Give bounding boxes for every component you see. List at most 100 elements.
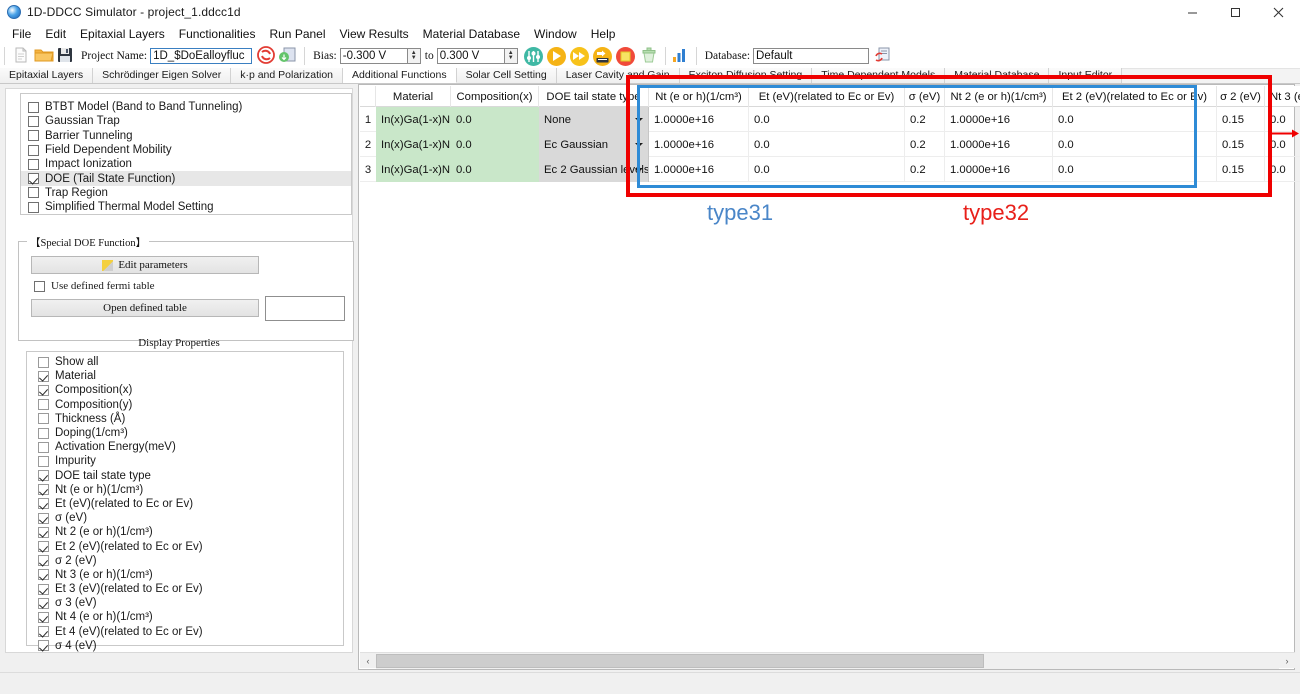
stop-icon[interactable] <box>615 46 635 66</box>
model-option-checkbox[interactable] <box>28 101 39 113</box>
menu-item-window[interactable]: Window <box>527 26 584 42</box>
display-property-checkbox[interactable] <box>38 626 49 638</box>
display-property-checkbox[interactable] <box>38 413 49 425</box>
menu-item-view-results[interactable]: View Results <box>333 26 416 42</box>
model-option-row[interactable]: Trap Region <box>21 186 351 200</box>
display-property-row[interactable]: Et (eV)(related to Ec or Ev) <box>27 497 343 511</box>
display-property-row[interactable]: Nt 4 (e or h)(1/cm³) <box>27 610 343 624</box>
display-property-checkbox[interactable] <box>38 611 49 623</box>
tab-additional-functions[interactable]: Additional Functions <box>343 68 457 83</box>
display-property-checkbox[interactable] <box>38 569 49 581</box>
model-option-row[interactable]: Barrier Tunneling <box>21 129 351 143</box>
save-icon[interactable] <box>55 45 77 67</box>
database-input[interactable] <box>753 48 870 64</box>
chevron-down-icon[interactable] <box>635 167 643 172</box>
table-header-compx[interactable]: Composition(x) <box>451 86 539 107</box>
model-option-checkbox[interactable] <box>28 201 39 213</box>
menu-item-run-panel[interactable]: Run Panel <box>262 26 332 42</box>
model-option-row[interactable]: Gaussian Trap <box>21 114 351 128</box>
display-property-row[interactable]: σ 4 (eV) <box>27 639 343 653</box>
maximize-button[interactable] <box>1214 0 1257 24</box>
display-property-checkbox[interactable] <box>38 470 49 482</box>
display-property-row[interactable]: Thickness (Å) <box>27 412 343 426</box>
bias-to-stepper[interactable]: ▲ ▼ <box>504 48 518 64</box>
chevron-down-icon[interactable] <box>635 142 643 147</box>
minimize-button[interactable] <box>1171 0 1214 24</box>
display-property-row[interactable]: Activation Energy(meV) <box>27 440 343 454</box>
display-property-checkbox[interactable] <box>38 512 49 524</box>
tab-schrodinger-eigen-solver[interactable]: Schrödinger Eigen Solver <box>93 68 232 83</box>
table-row[interactable]: 2 In(x)Ga(1-x)N 0.0 Ec Gaussian 1.0000e+16 0.… <box>360 132 1300 157</box>
batch-run-icon[interactable] <box>592 46 612 66</box>
project-name-input[interactable] <box>150 48 253 64</box>
display-property-checkbox[interactable] <box>38 555 49 567</box>
table-cell-type[interactable]: Ec Gaussian <box>539 132 649 157</box>
display-property-checkbox[interactable] <box>38 484 49 496</box>
display-property-row[interactable]: σ 2 (eV) <box>27 554 343 568</box>
bias-from-input[interactable] <box>339 48 408 64</box>
display-property-row[interactable]: Doping(1/cm³) <box>27 426 343 440</box>
tab-epitaxial-layers[interactable]: Epitaxial Layers <box>0 68 94 83</box>
table-header-sig[interactable]: σ (eV) <box>905 86 945 107</box>
bias-to-input[interactable] <box>436 48 505 64</box>
table-header-nt2[interactable]: Nt 2 (e or h)(1/cm³) <box>945 86 1053 107</box>
display-property-checkbox[interactable] <box>38 526 49 538</box>
settings-nodes-icon[interactable] <box>523 46 543 66</box>
display-property-row[interactable]: Et 3 (eV)(related to Ec or Ev) <box>27 582 343 596</box>
display-property-checkbox[interactable] <box>38 427 49 439</box>
tab-laser-cavity-and-gain[interactable]: Laser Cavity and Gain <box>556 68 680 83</box>
display-property-row[interactable]: Nt (e or h)(1/cm³) <box>27 483 343 497</box>
table-row[interactable]: 1 In(x)Ga(1-x)N 0.0 None 1.0000e+16 0.0 0.2 1.0… <box>360 107 1300 132</box>
model-option-row[interactable]: Impact Ionization <box>21 157 351 171</box>
display-property-row[interactable]: Composition(x) <box>27 383 343 397</box>
open-folder-icon[interactable] <box>33 45 55 67</box>
tab-input-editor[interactable]: Input Editor <box>1049 68 1123 83</box>
horizontal-scrollbar[interactable]: ‹ › <box>360 652 1295 669</box>
display-property-checkbox[interactable] <box>38 356 49 368</box>
use-defined-fermi-table-checkbox[interactable] <box>34 280 45 292</box>
table-row[interactable]: 3 In(x)Ga(1-x)N 0.0 Ec 2 Gaussian levels 1.0… <box>360 157 1300 182</box>
display-property-checkbox[interactable] <box>38 399 49 411</box>
table-header-sig2[interactable]: σ 2 (eV) <box>1217 86 1265 107</box>
display-property-row[interactable]: Impurity <box>27 454 343 468</box>
display-property-row[interactable]: DOE tail state type <box>27 469 343 483</box>
scroll-right-arrow[interactable]: › <box>1279 653 1295 669</box>
refresh-icon[interactable] <box>256 45 278 67</box>
display-property-checkbox[interactable] <box>38 441 49 453</box>
display-property-row[interactable]: σ (eV) <box>27 511 343 525</box>
table-header-idx[interactable] <box>360 86 376 107</box>
display-property-row[interactable]: Show all <box>27 355 343 369</box>
run-icon[interactable] <box>546 46 566 66</box>
display-property-row[interactable]: Nt 2 (e or h)(1/cm³) <box>27 525 343 539</box>
menu-item-epitaxial-layers[interactable]: Epitaxial Layers <box>73 26 172 42</box>
clear-icon[interactable] <box>639 45 661 67</box>
menu-item-functionalities[interactable]: Functionalities <box>172 26 263 42</box>
table-header-et[interactable]: Et (eV)(related to Ec or Ev) <box>749 86 905 107</box>
table-header-nt[interactable]: Nt (e or h)(1/cm³) <box>649 86 749 107</box>
display-property-checkbox[interactable] <box>38 640 49 652</box>
table-header-et2[interactable]: Et 2 (eV)(related to Ec or Ev) <box>1053 86 1217 107</box>
chart-icon[interactable] <box>670 45 692 67</box>
table-cell-type[interactable]: None <box>539 107 649 132</box>
menu-item-material-database[interactable]: Material Database <box>416 26 527 42</box>
run-all-icon[interactable] <box>569 46 589 66</box>
table-header-type[interactable]: DOE tail state type <box>539 86 649 107</box>
bias-from-stepper[interactable]: ▲ ▼ <box>407 48 421 64</box>
model-option-row[interactable]: BTBT Model (Band to Band Tunneling) <box>21 100 351 114</box>
model-option-checkbox[interactable] <box>28 173 39 185</box>
tab-material-database[interactable]: Material Database <box>945 68 1050 83</box>
table-cell-type[interactable]: Ec 2 Gaussian levels <box>539 157 649 182</box>
table-header-mat[interactable]: Material <box>376 86 451 107</box>
model-option-row[interactable]: Simplified Thermal Model Setting <box>21 200 351 214</box>
tab-time-dependent-models[interactable]: Time Dependent Models <box>812 68 946 83</box>
model-option-checkbox[interactable] <box>28 187 39 199</box>
menu-item-file[interactable]: File <box>5 26 38 42</box>
edit-parameters-button[interactable]: Edit parameters <box>31 256 259 274</box>
display-property-row[interactable]: Et 2 (eV)(related to Ec or Ev) <box>27 539 343 553</box>
use-defined-fermi-table-row[interactable]: Use defined fermi table <box>31 279 155 293</box>
scrollbar-thumb[interactable] <box>376 653 984 668</box>
display-property-row[interactable]: Et 4 (eV)(related to Ec or Ev) <box>27 625 343 639</box>
menu-item-edit[interactable]: Edit <box>38 26 73 42</box>
tab-exciton-diffusion-setting[interactable]: Exciton Diffusion Setting <box>679 68 813 83</box>
display-property-checkbox[interactable] <box>38 597 49 609</box>
